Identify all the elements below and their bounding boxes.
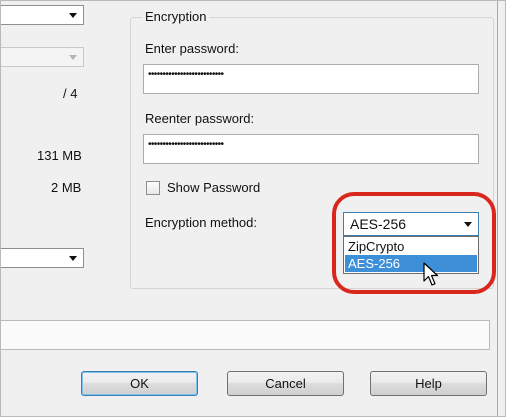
update-mode-combo[interactable] [0, 248, 84, 268]
archive-format-combo[interactable] [0, 5, 84, 25]
chevron-down-icon [69, 256, 77, 261]
encryption-method-label: Encryption method: [145, 215, 258, 230]
mouse-cursor-icon [423, 262, 439, 286]
comment-field[interactable] [0, 320, 490, 350]
ok-button[interactable]: OK [81, 371, 198, 396]
cancel-button[interactable]: Cancel [227, 371, 344, 396]
chevron-down-icon [69, 13, 77, 18]
add-to-archive-dialog: / 4 131 MB 2 MB Encryption Enter passwor… [0, 0, 498, 417]
reenter-password-label: Reenter password: [145, 111, 255, 126]
chevron-down-icon [69, 55, 77, 60]
enter-password-field[interactable]: •••••••••••••••••••••••••• [143, 64, 479, 94]
size-value-1: 131 MB [37, 148, 82, 163]
reenter-password-field[interactable]: •••••••••••••••••••••••••• [143, 134, 479, 164]
compression-level-combo [0, 47, 84, 67]
show-password-label[interactable]: Show Password [167, 180, 260, 195]
enter-password-label: Enter password: [145, 41, 239, 56]
show-password-checkbox[interactable] [146, 181, 160, 195]
parts-count: / 4 [63, 86, 78, 101]
annotation-highlight-circle [332, 192, 496, 294]
size-value-2: 2 MB [51, 180, 82, 195]
encryption-group-title: Encryption [142, 9, 210, 24]
help-button[interactable]: Help [370, 371, 487, 396]
